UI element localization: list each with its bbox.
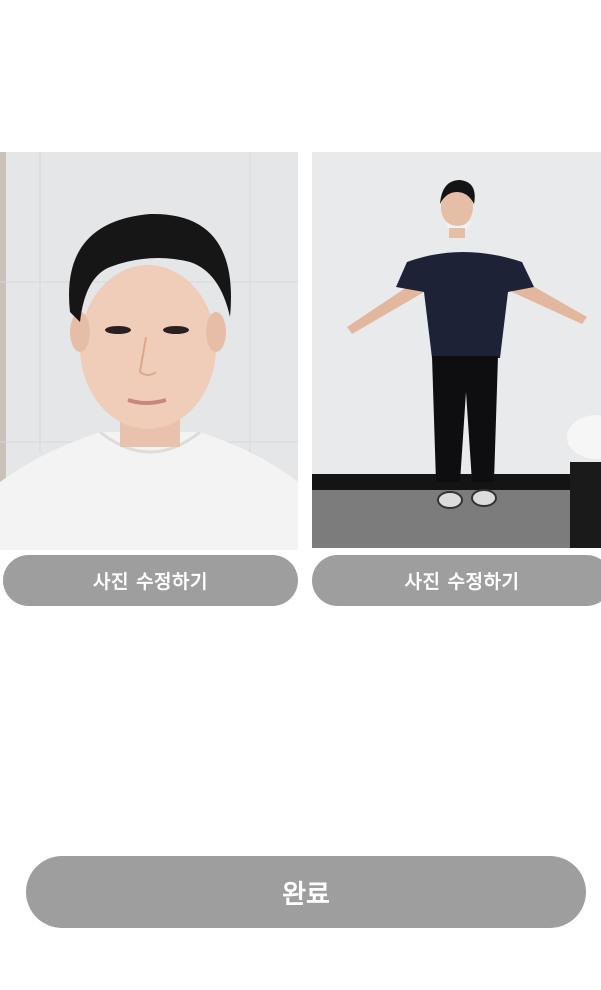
face-photo-image [0, 152, 298, 550]
full-body-photo-image [312, 152, 601, 548]
complete-button[interactable]: 완료 [26, 856, 586, 928]
edit-face-photo-button[interactable]: 사진 수정하기 [3, 555, 298, 606]
full-body-photo [312, 152, 601, 548]
face-photo [0, 152, 298, 550]
edit-full-body-photo-button[interactable]: 사진 수정하기 [312, 555, 601, 606]
